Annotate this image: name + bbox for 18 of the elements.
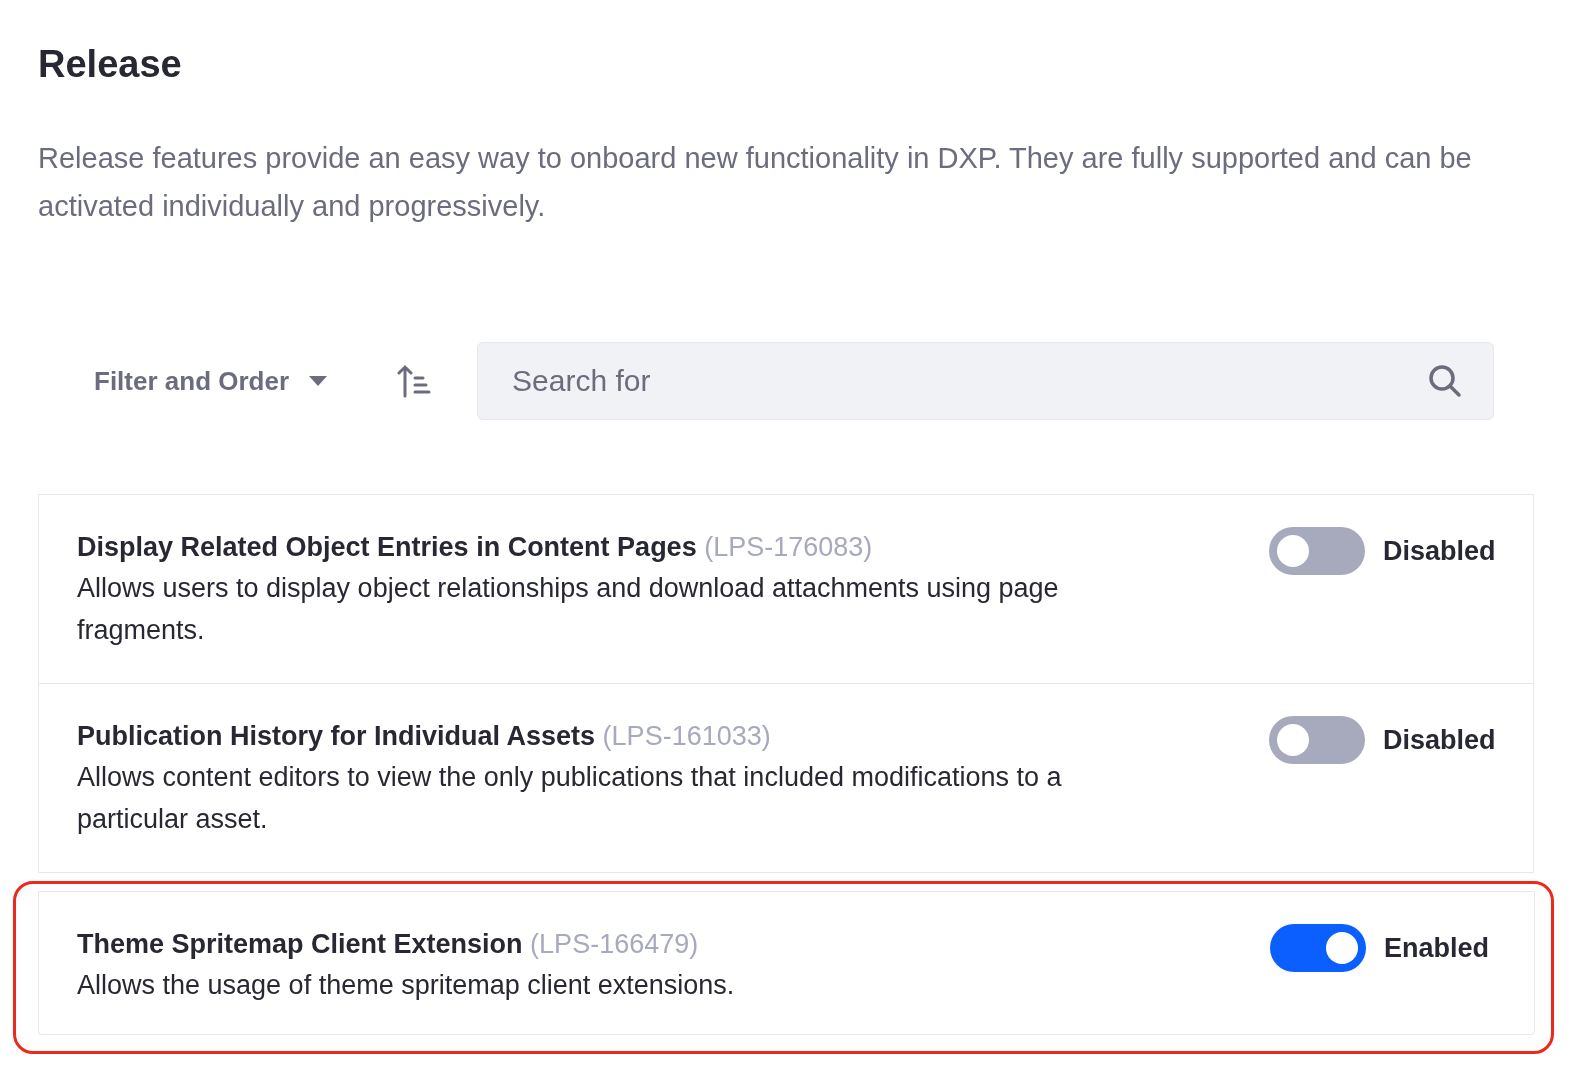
status-label: Disabled	[1383, 535, 1497, 567]
search-field[interactable]: Search for	[477, 342, 1494, 420]
search-icon	[1428, 364, 1462, 398]
toggle-switch[interactable]	[1269, 527, 1365, 575]
toggle-switch[interactable]	[1270, 924, 1366, 972]
feature-title: Theme Spritemap Client Extension (LPS-166479)	[77, 928, 700, 961]
page-title: Release	[38, 42, 183, 87]
feature-description: Allows the usage of theme spritemap client extensions.	[77, 969, 736, 1002]
feature-title: Display Related Object Entries in Content Pages (LPS-176083)	[77, 531, 874, 564]
filter-and-order-button[interactable]: Filter and Order	[78, 357, 344, 405]
page-description: Release features provide an easy way to onboard new functionality in DXP. They are fully supported and can be activated individually and progressively.	[38, 141, 1473, 224]
feature-title: Publication History for Individual Assets (LPS-161033)	[77, 720, 772, 753]
caret-icon	[309, 376, 328, 386]
status-label: Disabled	[1383, 724, 1497, 756]
toggle-switch[interactable]	[1269, 716, 1365, 764]
feature-description: Allows content editors to view the only publications that included modifications to a particular asset.	[77, 761, 1063, 836]
status-label: Enabled	[1384, 932, 1491, 964]
feature-description: Allows users to display object relationships and download attachments using page fragments.	[77, 572, 1060, 647]
